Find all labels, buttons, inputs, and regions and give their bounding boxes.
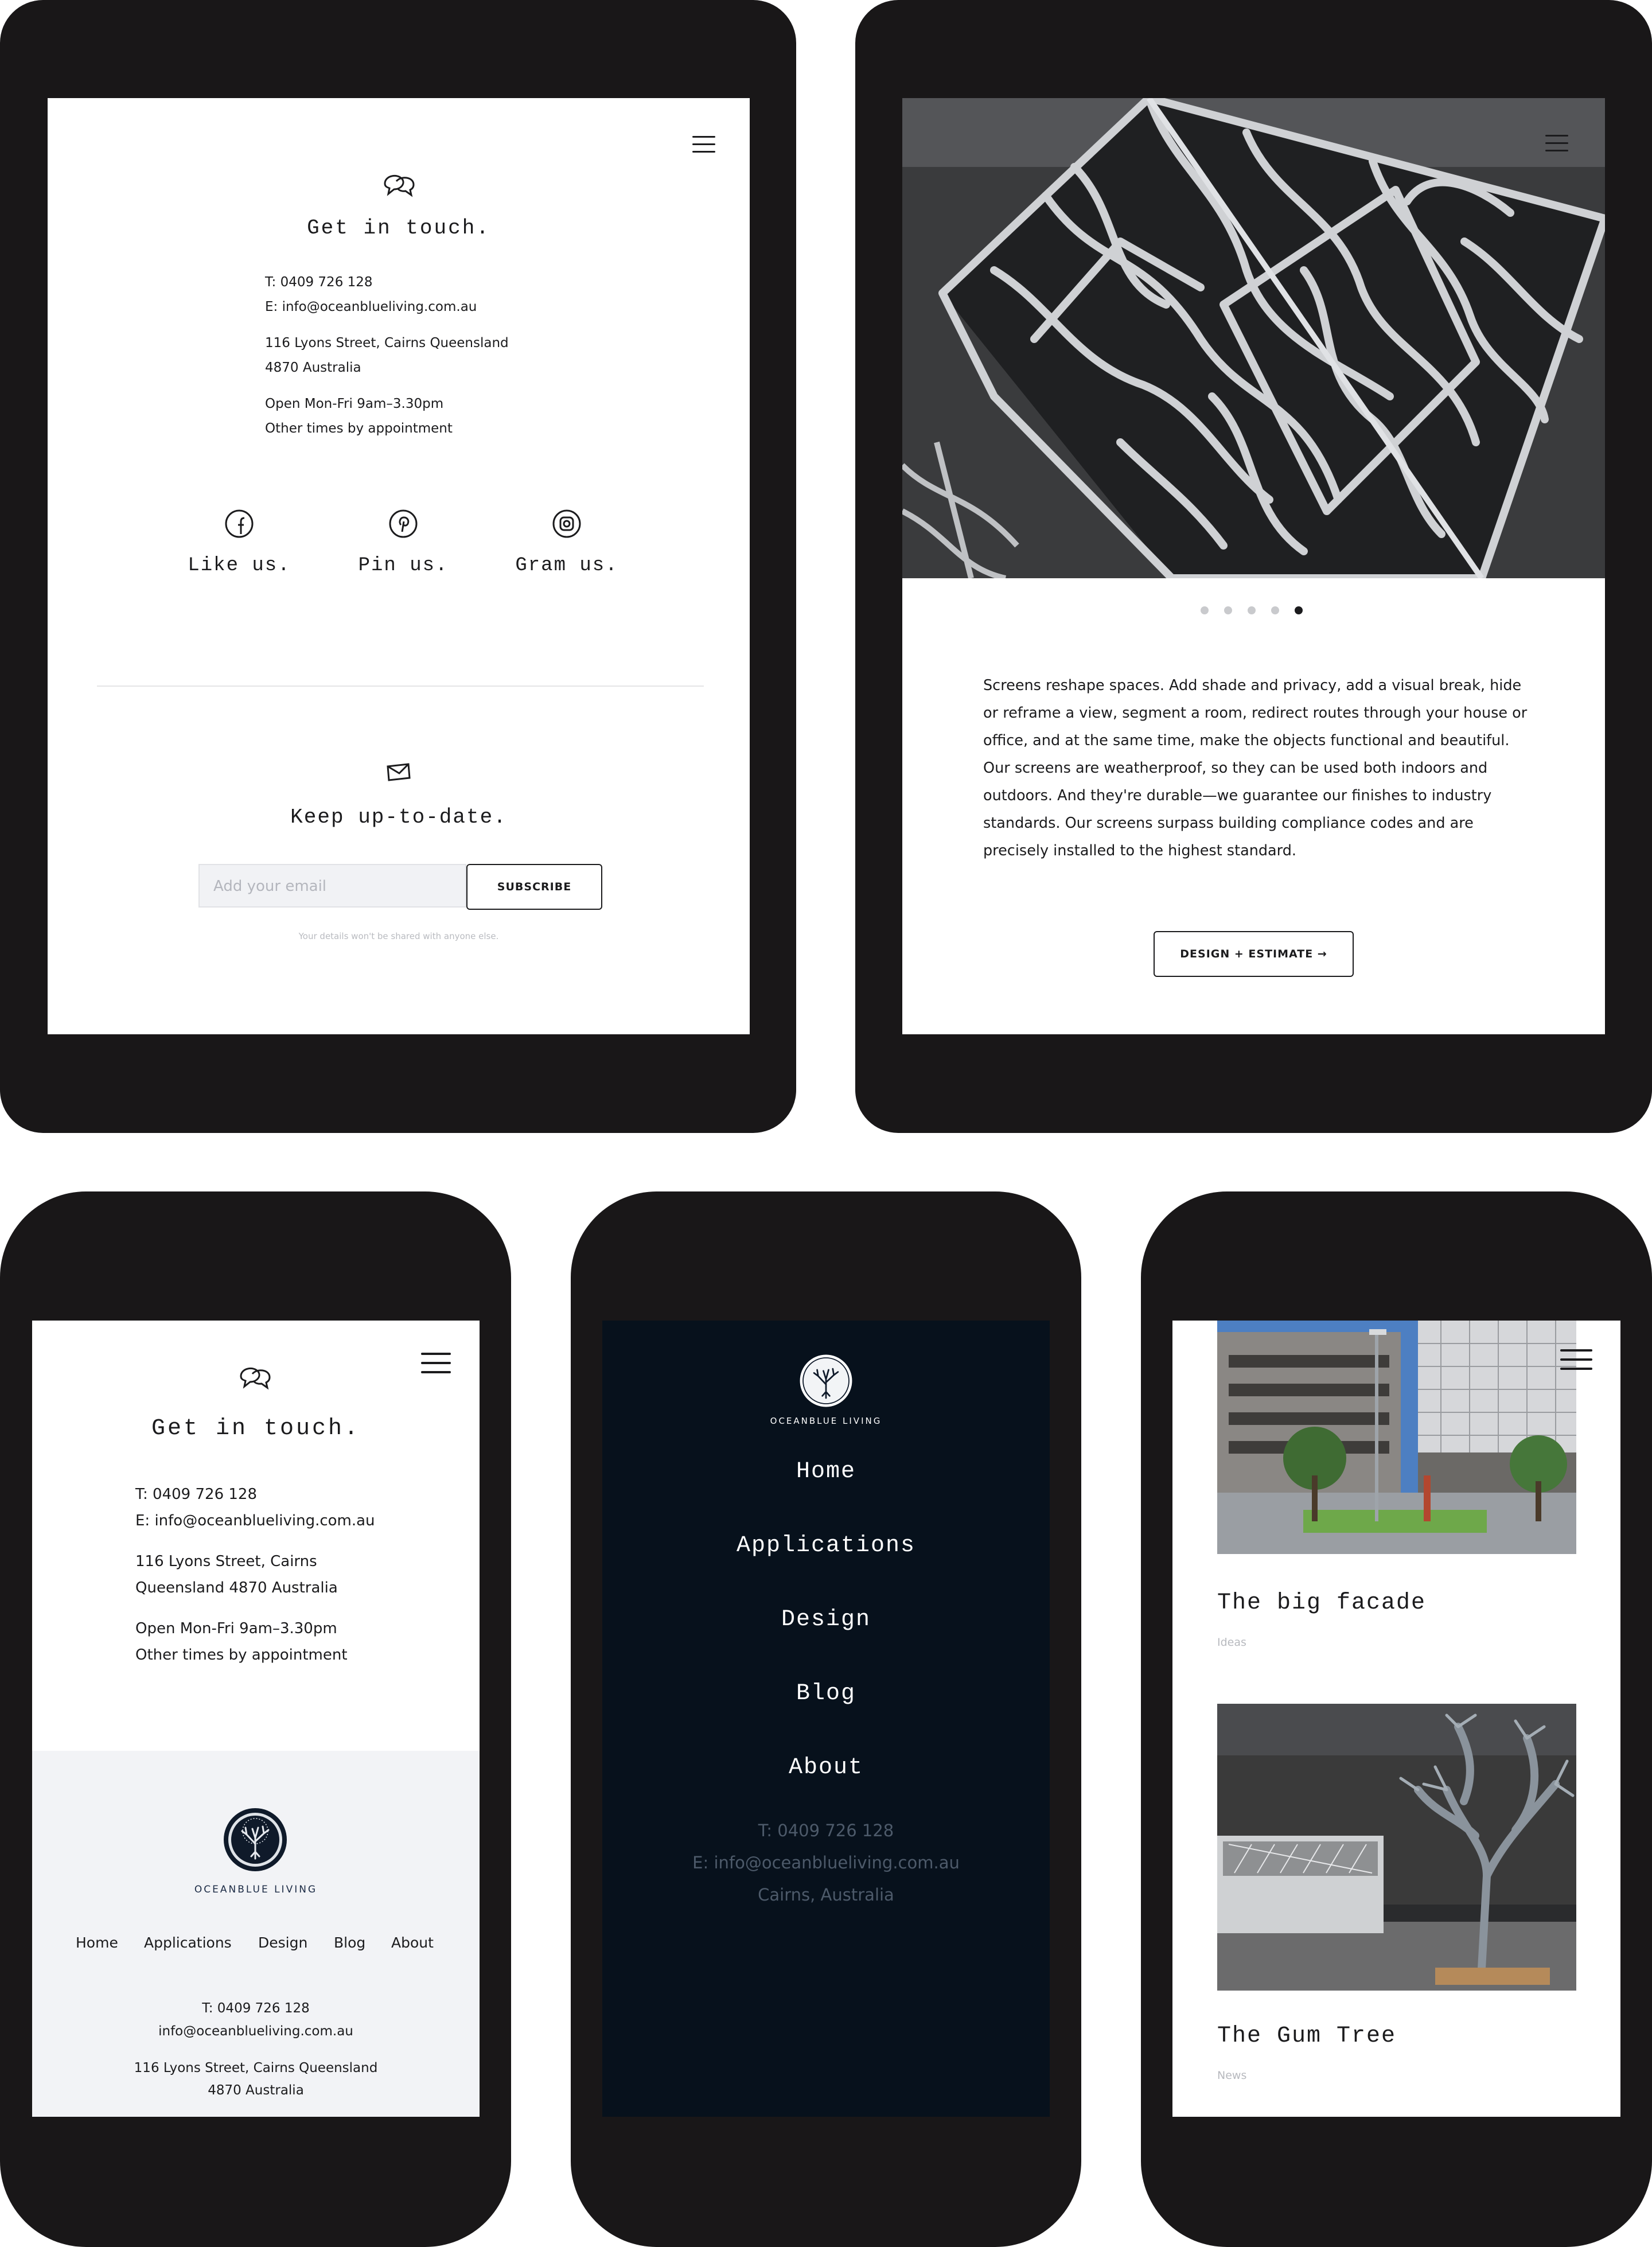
laser-cut-screen-photo (902, 98, 1605, 578)
carousel-dot-active[interactable] (1295, 606, 1303, 614)
carousel-dot[interactable] (1201, 606, 1209, 614)
tree-logo-icon (228, 1813, 282, 1867)
contact-hours-line2: Other times by appointment (135, 1646, 348, 1664)
facade-post-image[interactable] (1217, 1321, 1576, 1554)
design-estimate-button[interactable]: DESIGN + ESTIMATE → (1154, 931, 1354, 977)
screens-description-line: Our screens are weatherproof, so they ca… (983, 760, 1488, 777)
tree-logo-icon (800, 1354, 852, 1407)
social-facebook[interactable]: Like us. (170, 509, 308, 578)
social-instagram[interactable]: Gram us. (498, 509, 636, 578)
footer-nav-about[interactable]: About (391, 1934, 434, 1951)
email-input-placeholder: Add your email (213, 878, 327, 895)
social-label: Pin us. (358, 555, 449, 577)
contact-email[interactable]: E: info@oceanblueliving.com.au (265, 299, 477, 314)
post-title[interactable]: The big facade (1217, 1590, 1426, 1616)
post-category[interactable]: Ideas (1217, 1636, 1246, 1649)
hamburger-menu-icon[interactable] (1560, 1349, 1592, 1372)
contact-address-line2: Queensland 4870 Australia (135, 1579, 338, 1596)
screens-description-line: or reframe a view, segment a room, redir… (983, 704, 1528, 722)
phone-menu-device: OCEANBLUE LIVING Home Applications Desig… (571, 1191, 1081, 2247)
carousel-dot[interactable] (1224, 606, 1232, 614)
social-pinterest[interactable]: Pin us. (334, 509, 472, 578)
phone-blog-device: The big facade Ideas The Gum Tree News (1141, 1191, 1652, 2247)
tablet-contact-screen: Get in touch. T: 0409 726 128 E: info@oc… (48, 98, 750, 1034)
brand-name: OCEANBLUE LIVING (194, 1884, 318, 1895)
newsletter-note: Your details won't be shared with anyone… (298, 931, 499, 941)
footer-email[interactable]: info@oceanblueliving.com.au (32, 2024, 480, 2039)
footer-nav-blog[interactable]: Blog (334, 1934, 365, 1951)
contact-hours-line1: Open Mon-Fri 9am–3.30pm (135, 1620, 337, 1637)
gum-tree-post-image[interactable] (1217, 1704, 1576, 1991)
social-label: Like us. (188, 555, 291, 577)
contact-title: Get in touch. (307, 216, 490, 240)
contact-phone[interactable]: T: 0409 726 128 (265, 275, 373, 290)
menu-item-about[interactable]: About (602, 1755, 1050, 1781)
screens-description-line: standards. Our screens surpass building … (983, 815, 1474, 832)
footer-address-line1: 116 Lyons Street, Cairns Queensland (134, 2061, 378, 2075)
footer-nav: Home Applications Design Blog About (32, 1934, 480, 1957)
site-footer: OCEANBLUE LIVING Home Applications Desig… (32, 1751, 480, 2117)
envelope-icon (387, 763, 411, 781)
menu-item-design[interactable]: Design (602, 1607, 1050, 1633)
phone-menu-screen: OCEANBLUE LIVING Home Applications Desig… (602, 1321, 1050, 2117)
screens-description-line: office, and at the same time, make the o… (983, 732, 1510, 749)
facebook-icon (225, 509, 254, 538)
newsletter-title: Keep up-to-date. (290, 805, 507, 829)
carousel-dot[interactable] (1248, 606, 1256, 614)
contact-title: Get in touch. (151, 1416, 361, 1442)
tablet-screens-screen: Screens reshape spaces. Add shade and pr… (902, 98, 1605, 1034)
contact-address-line1: 116 Lyons Street, Cairns Queensland (265, 336, 509, 351)
menu-item-home[interactable]: Home (602, 1459, 1050, 1485)
hamburger-menu-icon[interactable] (692, 136, 715, 153)
subscribe-button[interactable]: SUBSCRIBE (466, 864, 602, 910)
footer-nav-home[interactable]: Home (76, 1934, 118, 1951)
chat-icon (240, 1367, 271, 1390)
carousel-dot[interactable] (1271, 606, 1279, 614)
carousel-dots (1201, 606, 1310, 616)
chat-icon (384, 174, 415, 197)
brand-logo[interactable] (797, 1352, 855, 1409)
contact-address-line1: 116 Lyons Street, Cairns (135, 1553, 317, 1570)
screens-description-line: precisely installed to the highest stand… (983, 842, 1297, 859)
menu-phone[interactable]: T: 0409 726 128 (602, 1821, 1050, 1840)
brand-name: OCEANBLUE LIVING (770, 1416, 882, 1426)
tablet-screens-device: Screens reshape spaces. Add shade and pr… (855, 0, 1652, 1133)
hamburger-menu-icon[interactable] (1545, 135, 1568, 152)
menu-location: Cairns, Australia (758, 1885, 894, 1905)
footer-phone[interactable]: T: 0409 726 128 (32, 2001, 480, 2016)
screens-description-line: Screens reshape spaces. Add shade and pr… (983, 677, 1522, 694)
design-estimate-button-label: DESIGN + ESTIMATE → (1180, 948, 1327, 960)
section-divider (97, 686, 704, 687)
tablet-contact-device: Get in touch. T: 0409 726 128 E: info@oc… (0, 0, 796, 1133)
menu-item-blog[interactable]: Blog (602, 1681, 1050, 1707)
hamburger-menu-icon[interactable] (421, 1353, 451, 1376)
footer-nav-design[interactable]: Design (258, 1934, 307, 1951)
phone-contact-device: Get in touch. T: 0409 726 128 E: info@oc… (0, 1191, 511, 2247)
brand-logo[interactable] (224, 1808, 287, 1871)
menu-email[interactable]: E: info@oceanblueliving.com.au (602, 1853, 1050, 1872)
contact-email[interactable]: E: info@oceanblueliving.com.au (135, 1512, 375, 1529)
phone-blog-screen: The big facade Ideas The Gum Tree News (1172, 1321, 1620, 2117)
menu-item-applications[interactable]: Applications (602, 1533, 1050, 1559)
contact-address-line2: 4870 Australia (265, 360, 361, 375)
contact-hours-line2: Other times by appointment (265, 421, 453, 436)
contact-phone[interactable]: T: 0409 726 128 (135, 1486, 257, 1503)
post-category[interactable]: News (1217, 2069, 1246, 2082)
screens-description: Screens reshape spaces. Add shade and pr… (983, 672, 1568, 864)
social-label: Gram us. (515, 555, 618, 577)
footer-address-line2: 4870 Australia (208, 2083, 304, 2098)
subscribe-button-label: SUBSCRIBE (497, 881, 572, 893)
contact-hours-line1: Open Mon-Fri 9am–3.30pm (265, 396, 444, 411)
instagram-icon (552, 509, 581, 538)
screens-description-line: outdoors. And they're durable—we guarant… (983, 787, 1492, 804)
post-title[interactable]: The Gum Tree (1217, 2023, 1396, 2049)
phone-contact-screen: Get in touch. T: 0409 726 128 E: info@oc… (32, 1321, 480, 2117)
footer-nav-applications[interactable]: Applications (144, 1934, 232, 1951)
pinterest-icon (389, 509, 418, 538)
email-input[interactable]: Add your email (198, 864, 466, 908)
